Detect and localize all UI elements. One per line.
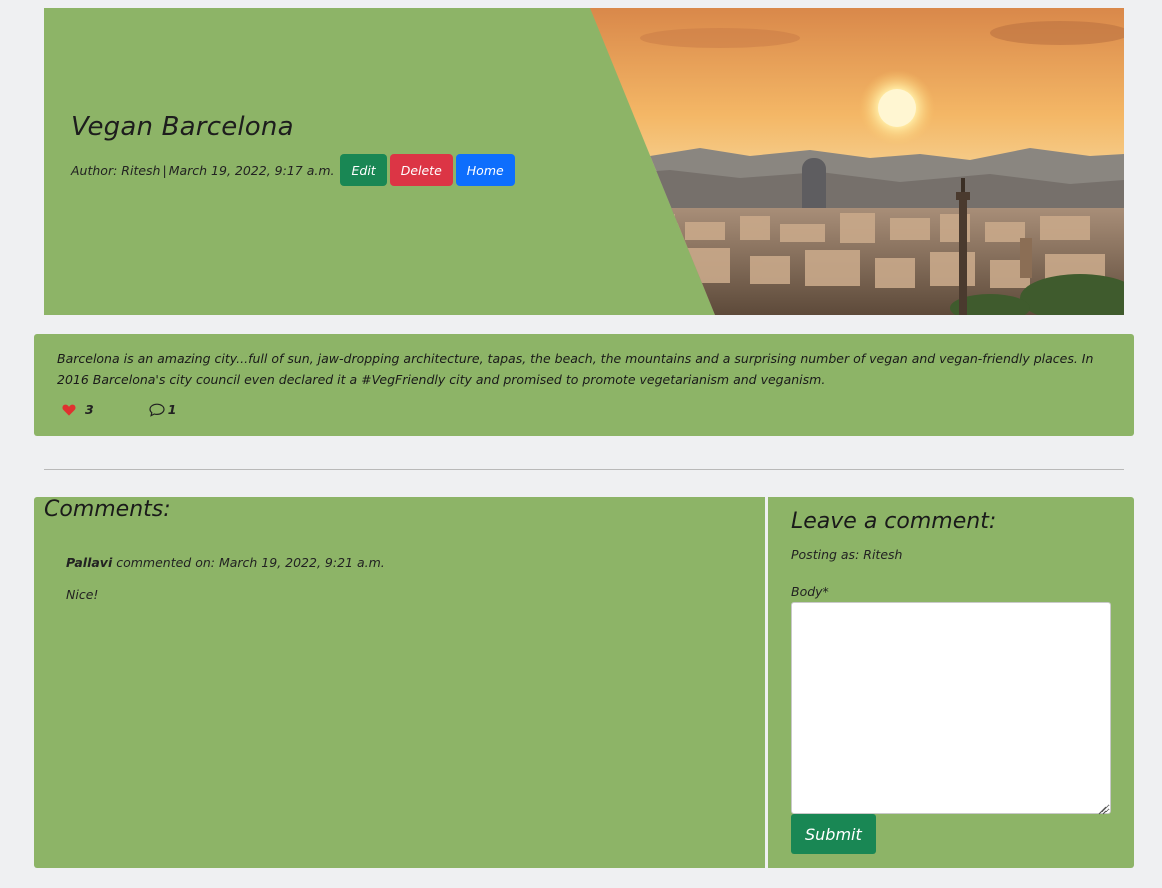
- section-divider: [44, 469, 1124, 470]
- submit-button[interactable]: Submit: [791, 814, 876, 854]
- comment-body-input[interactable]: [791, 602, 1111, 814]
- post-date: March 19, 2022, 9:17 a.m.: [168, 162, 335, 178]
- like-count: 3: [85, 402, 94, 417]
- posting-as: Posting as: Ritesh: [791, 547, 903, 562]
- comment-item: Pallavi commented on: March 19, 2022, 9:…: [66, 555, 385, 602]
- resize-grip-icon[interactable]: [1097, 800, 1107, 819]
- body-label: Body*: [791, 584, 829, 599]
- comments-heading: Comments:: [44, 497, 171, 522]
- comments-panel: Comments: Pallavi commented on: March 19…: [34, 497, 765, 868]
- edit-button[interactable]: Edit: [340, 154, 387, 186]
- comment-meta: commented on: March 19, 2022, 9:21 a.m.: [112, 555, 385, 570]
- post-meta: Author: Ritesh | March 19, 2022, 9:17 a.m.…: [71, 154, 515, 186]
- post-title: Vegan Barcelona: [71, 112, 294, 142]
- comment-form-panel: Leave a comment: Posting as: Ritesh Body…: [768, 497, 1134, 868]
- home-button[interactable]: Home: [455, 154, 515, 186]
- chat-icon: [149, 403, 165, 417]
- comment-count-value: 1: [167, 402, 177, 417]
- delete-button[interactable]: Delete: [389, 154, 453, 186]
- hero-image: [590, 8, 1124, 315]
- meta-separator: |: [162, 162, 167, 178]
- author-label: Author:: [71, 162, 118, 178]
- byline: Author: Ritesh | March 19, 2022, 9:17 a.m.: [71, 163, 334, 178]
- form-heading: Leave a comment:: [791, 509, 997, 534]
- like-button[interactable]: 3: [62, 402, 94, 417]
- post-content-card: Barcelona is an amazing city...full of s…: [34, 334, 1134, 436]
- post-content: Barcelona is an amazing city...full of s…: [57, 351, 1094, 387]
- author-name: Ritesh: [121, 162, 161, 178]
- post-header: Vegan Barcelona Author: Ritesh | March 19,…: [44, 8, 1124, 315]
- comment-author: Pallavi: [66, 555, 113, 570]
- comment-count: 1: [149, 402, 177, 417]
- heart-icon[interactable]: [62, 404, 76, 416]
- comment-header: Pallavi commented on: March 19, 2022, 9:…: [66, 555, 385, 570]
- barcelona-skyline-image: [590, 8, 1124, 315]
- comment-body: Nice!: [66, 587, 99, 602]
- post-stats: 3 1: [62, 402, 176, 417]
